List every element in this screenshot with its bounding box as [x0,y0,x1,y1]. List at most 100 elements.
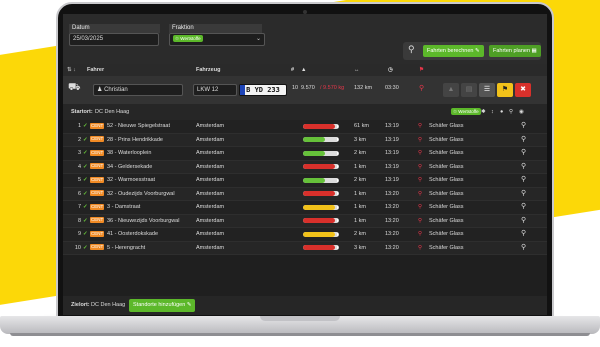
eu-flag-icon [240,85,245,95]
stop-address: 36 - Nieuwezijds Voorburgwal [107,217,180,224]
add-locations-button[interactable]: Standorte hinzufügen ✎ [129,299,196,312]
route-small-icon[interactable]: ⚲ [509,104,513,120]
driver-select[interactable]: ♟ Christian [93,84,183,96]
search-icon[interactable]: ⚲ [521,228,526,241]
action-group: ⚲ Fahrten berechnen ✎ Fahrten planen ▦ [403,42,541,60]
table-row[interactable]: 5 ✓ CENT 32 - Warmoesstraat Amsterdam 2 km 13:… [63,174,547,188]
table-row[interactable]: 3 ✓ CENT 38 - Waterlooplein Amsterdam 2 km 13:… [63,147,547,161]
print-icon[interactable]: ▤ [461,83,477,97]
search-icon[interactable]: ⚲ [521,242,526,255]
stop-number: 10 [74,244,81,251]
fill-level [303,191,336,196]
check-icon: ✓ [83,177,88,183]
fill-tick [337,151,338,155]
column-driver[interactable]: Fahrer [87,64,104,76]
cent-badge: CENT [90,176,105,183]
column-number: # [291,67,295,73]
list-icon[interactable]: ☰ [479,83,495,97]
sort-icon[interactable]: ⇅ ↓ [67,64,76,76]
table-row[interactable]: 4 ✓ CENT 34 - Geldersekade Amsterdam 1 km 13:1… [63,160,547,174]
stop-city: Amsterdam [196,136,225,143]
chevron-down-icon: ⌄ [255,36,261,42]
stop-badge: CENT [90,161,105,174]
fraction-select[interactable]: ♲ Wertstoffe ⌄ [169,33,265,46]
info-icon[interactable]: ◉ [519,104,524,120]
flag-icon[interactable]: ⚑ [497,83,513,97]
add-locations-label: Standorte hinzufügen [133,302,186,308]
location-pin-icon: ⚲ [418,123,423,129]
search-icon[interactable]: ⚲ [521,161,526,174]
date-field[interactable]: 25/03/2025 [69,33,159,46]
end-label: Zielort: [71,302,90,308]
date-label: Datum [69,24,160,33]
stop-address: 41 - Oosterdokskade [107,231,159,237]
search-icon[interactable]: ⚲ [521,174,526,187]
cent-badge: CENT [90,190,105,197]
plan-trips-button[interactable]: Fahrten planen ▦ [489,45,541,57]
location-pin-icon: ⚲ [418,136,423,143]
stop-distance: 1 km [354,217,366,224]
fill-tick [337,219,338,222]
comment-icon[interactable]: ● [500,104,503,120]
location-pin-icon: ⚲ [418,231,423,237]
search-icon[interactable]: ⚲ [521,215,526,228]
location-pin-icon: ⚲ [418,190,423,197]
search-icon[interactable]: ⚲ [521,134,526,147]
check-icon: ✓ [83,190,88,197]
stop-number: 4 [77,163,81,170]
calculate-trips-button[interactable]: Fahrten berechnen ✎ [423,45,484,57]
stop-time: 13:20 [385,231,399,237]
table-row[interactable]: 6 ✓ CENT 32 - Oudezijds Voorburgwal Amsterda… [63,187,547,201]
table-row[interactable]: 10 ✓ CENT 5 - Herengracht Amsterdam 3 km 13:20… [63,241,547,255]
search-icon[interactable]: ⚲ [521,201,526,214]
fill-level [303,164,336,169]
stop-time: 13:20 [385,190,399,197]
column-vehicle[interactable]: Fahrzeug [196,64,220,76]
settings-icon[interactable]: ✱ [481,104,486,120]
table-row[interactable]: 7 ✓ CENT 3 - Damstraat Amsterdam 1 km 13:20 ⚲ Sc… [63,201,547,215]
customer-name: Schäfer Glass [429,123,464,129]
table-row[interactable]: 8 ✓ CENT 36 - Nieuwezijds Voorburgwal Amster… [63,214,547,228]
stop-city: Amsterdam [196,190,225,197]
fill-tick [337,246,338,249]
stop-address: 34 - Geldersekade [107,163,153,170]
fill-tick [337,165,338,168]
fill-level [303,177,325,183]
check-icon: ✓ [83,136,88,143]
location-pin-icon: ⚲ [419,85,425,92]
trash-icon[interactable]: ✖ [515,83,531,97]
stop-time: 13:19 [385,136,399,143]
stop-distance: 1 km [354,163,366,170]
search-icon[interactable]: ⚲ [521,188,526,201]
stop-distance: 3 km [354,244,366,251]
fill-tick [337,124,338,128]
table-row[interactable]: 2 ✓ CENT 28 - Prins Hendrikkade Amsterdam 3 k… [63,133,547,147]
customer-name: Schäfer Glass [429,231,464,237]
fill-level-bar [303,164,339,169]
fill-level-bar [303,150,339,156]
load-capacity: / 9.570 kg [320,85,345,91]
search-icon[interactable]: ⚲ [521,120,526,133]
customer-name: Schäfer Glass [429,244,464,251]
stop-number: 1 [77,123,81,129]
search-icon[interactable]: ⚲ [521,147,526,160]
fraction-badge: ♲ Wertstoffe [173,35,203,42]
driver-row: ⛟ ♟ Christian LKW 12 B YD 233 10 9.570 /… [63,76,547,104]
fill-tick [337,192,338,195]
table-row[interactable]: 1 ✓ CENT 52 - Nieuwe Spiegelstraat Amsterdam… [63,120,547,134]
stop-time: 13:19 [385,177,399,183]
stop-time: 13:20 [385,244,399,251]
stop-badge: CENT [90,174,105,187]
fill-tick [337,232,338,236]
stop-time: 13:19 [385,163,399,170]
laptop-foot [10,333,590,336]
sort-vertical-icon[interactable]: ↕ [491,104,494,120]
start-fraction-badge: ♲ Wertstoffe [451,108,481,115]
check-icon: ✓ [83,231,88,237]
triangle-icon[interactable]: ▲ [443,83,459,97]
table-row[interactable]: 9 ✓ CENT 41 - Oosterdokskade Amsterdam 2 km 13… [63,228,547,242]
vehicle-type-select[interactable]: LKW 12 [193,84,237,96]
customer-name: Schäfer Glass [429,177,464,183]
stop-city: Amsterdam [196,177,225,183]
check-icon: ✓ [83,204,88,210]
